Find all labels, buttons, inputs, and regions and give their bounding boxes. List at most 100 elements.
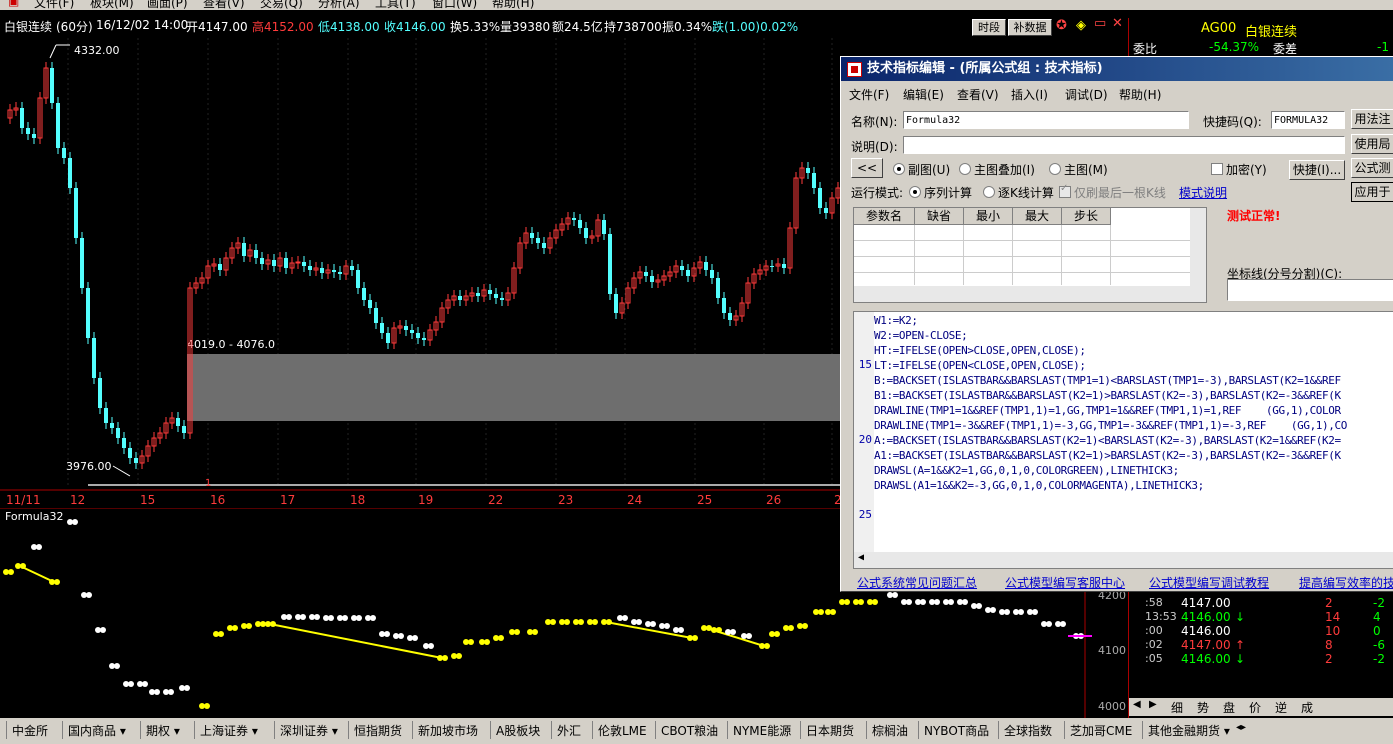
apply-button[interactable]: 应用于: [1351, 182, 1393, 202]
menu-trade[interactable]: 交易(Q): [260, 0, 303, 10]
dlg-menu-insert[interactable]: 插入(I): [1011, 86, 1048, 103]
dlg-menu-file[interactable]: 文件(F): [849, 86, 889, 103]
tab-book[interactable]: 盘: [1223, 699, 1235, 716]
candle-body: [818, 188, 822, 208]
param-rows[interactable]: [854, 225, 1190, 285]
close-icon[interactable]: ✕: [1112, 16, 1123, 31]
indicator-dot: [802, 623, 808, 629]
market-tab[interactable]: A股板块: [496, 722, 540, 739]
axis-lines-input[interactable]: [1227, 279, 1393, 301]
market-tab[interactable]: 中金所: [12, 722, 48, 739]
tab-scroll-icon[interactable]: ◂▸: [1236, 722, 1246, 733]
param-vscrollbar[interactable]: [1190, 208, 1206, 286]
mode-help-link[interactable]: 模式说明: [1179, 184, 1227, 201]
time-share-button[interactable]: 时段: [972, 19, 1006, 36]
period-label: (60分): [56, 20, 93, 34]
tick-price: 4147.00: [1181, 638, 1231, 652]
mode-perbar-radio[interactable]: 逐K线计算: [983, 184, 1054, 201]
code-hscrollbar[interactable]: ◀: [854, 552, 1393, 568]
market-tab[interactable]: 外汇: [557, 722, 581, 739]
tutorial-link[interactable]: 公式模型编写调试教程: [1149, 574, 1269, 591]
tab-trades[interactable]: 成: [1301, 699, 1313, 716]
name-input[interactable]: Formula32: [903, 111, 1189, 129]
candle-body: [74, 188, 78, 238]
mode-lastbar-checkbox[interactable]: 仅刷最后一根K线: [1059, 183, 1166, 201]
candle-body: [242, 243, 246, 256]
menu-file[interactable]: 文件(F): [34, 0, 74, 10]
scope-button[interactable]: 使用局: [1351, 134, 1393, 154]
faq-link[interactable]: 公式系统常见问题汇总: [857, 574, 977, 591]
code-editor[interactable]: 15 20 25 W1:=K2; W2:=OPEN-CLOSE; HT:=IFELS…: [853, 311, 1393, 569]
candlestick-chart[interactable]: 4019.0 - 4076.0 4332.00 3976.00 1 11/11 1…: [0, 38, 840, 508]
usage-note-button[interactable]: 用法注: [1351, 109, 1393, 129]
formula-editor-dialog[interactable]: 技术指标编辑 - (所属公式组 : 技术指标) 文件(F) 编辑(E) 查看(V…: [840, 56, 1393, 592]
candle-body: [272, 260, 276, 266]
candle-body: [332, 270, 336, 272]
market-tab[interactable]: 全球指数: [1004, 722, 1052, 739]
tab-separator: [800, 721, 801, 739]
support-link[interactable]: 公式模型编写客服中心: [1005, 574, 1125, 591]
tab-reverse[interactable]: 逆: [1275, 699, 1287, 716]
tab-trend[interactable]: 势: [1197, 699, 1209, 716]
menu-help[interactable]: 帮助(H): [492, 0, 534, 10]
dlg-menu-edit[interactable]: 编辑(E): [903, 86, 944, 103]
backfill-button[interactable]: 补数据: [1008, 19, 1052, 36]
market-tab[interactable]: 新加坡市场: [418, 722, 478, 739]
tab-next-icon[interactable]: ▶: [1149, 699, 1157, 710]
indicator-dot: [1004, 609, 1010, 615]
collapse-button[interactable]: <<: [851, 158, 883, 178]
encrypt-checkbox[interactable]: 加密(Y): [1211, 161, 1267, 178]
high-value: 高4152.00: [252, 20, 314, 34]
code-line: DRAWSL(A1=1&&K2=-3,GG,0,1,0,COLORMAGENTA…: [874, 479, 1204, 492]
dlg-menu-debug[interactable]: 调试(D): [1065, 86, 1108, 103]
menu-screen[interactable]: 画面(P): [147, 0, 188, 10]
menu-view[interactable]: 查看(V): [203, 0, 245, 10]
code-line: A1:=BACKSET(ISLASTBAR&&BARSLAST(K2=1)>BA…: [874, 449, 1341, 462]
market-tab[interactable]: 国内商品 ▾: [68, 722, 126, 739]
menu-analysis[interactable]: 分析(A): [318, 0, 360, 10]
radio-main-overlay[interactable]: 主图叠加(I): [959, 161, 1035, 178]
tab-prev-icon[interactable]: ◀: [1133, 699, 1141, 710]
indicator-dot: [1032, 609, 1038, 615]
candle-body: [86, 288, 90, 338]
dialog-titlebar[interactable]: 技术指标编辑 - (所属公式组 : 技术指标): [841, 57, 1393, 81]
tab-detail[interactable]: 细: [1171, 699, 1183, 716]
lock-icon[interactable]: ◈: [1076, 18, 1086, 33]
indicator-dot: [692, 635, 698, 641]
shortcut-input[interactable]: FORMULA32: [1271, 111, 1345, 129]
y-label-4100: 4100: [1098, 644, 1126, 657]
market-tab[interactable]: NYBOT商品: [924, 722, 989, 739]
mode-sequence-radio[interactable]: 序列计算: [909, 184, 972, 201]
app-menubar: ▣ 文件(F) 板块(M) 画面(P) 查看(V) 交易(Q) 分析(A) 工具…: [0, 0, 1393, 10]
param-table[interactable]: 参数名 缺省 最小 最大 步长: [853, 207, 1207, 303]
dlg-menu-help[interactable]: 帮助(H): [1119, 86, 1161, 103]
desc-input[interactable]: [903, 136, 1345, 154]
market-tab[interactable]: 期权 ▾: [146, 722, 180, 739]
candle-body: [650, 276, 654, 282]
market-tab[interactable]: 棕榈油: [872, 722, 908, 739]
settings-icon[interactable]: ✪: [1056, 18, 1067, 33]
menu-sector[interactable]: 板块(M): [90, 0, 134, 10]
indicator-dot: [872, 599, 878, 605]
radio-subchart[interactable]: 副图(U): [893, 161, 950, 178]
market-tab[interactable]: 恒指期货: [354, 722, 402, 739]
formula-test-button[interactable]: 公式测: [1351, 158, 1393, 178]
efficiency-link[interactable]: 提高编写效率的技: [1299, 574, 1393, 591]
market-tab[interactable]: NYME能源: [733, 722, 791, 739]
market-tab[interactable]: 上海证券 ▾: [200, 722, 258, 739]
radio-mainchart[interactable]: 主图(M): [1049, 161, 1108, 178]
menu-tools[interactable]: 工具(T): [375, 0, 416, 10]
param-hscrollbar[interactable]: [854, 286, 1206, 302]
market-tab[interactable]: 深圳证券 ▾: [280, 722, 338, 739]
low-marker-leader: [112, 465, 131, 477]
market-tab[interactable]: 伦敦LME: [598, 722, 647, 739]
tab-price[interactable]: 价: [1249, 699, 1261, 716]
market-tab[interactable]: 其他金融期货 ▾: [1148, 722, 1230, 739]
market-tab[interactable]: 日本期货: [806, 722, 854, 739]
minimize-icon[interactable]: ▭: [1094, 16, 1106, 31]
market-tab[interactable]: 芝加哥CME: [1070, 722, 1132, 739]
quick-button[interactable]: 快捷(I)...: [1289, 160, 1345, 180]
market-tab[interactable]: CBOT粮油: [661, 722, 718, 739]
menu-window[interactable]: 窗口(W): [432, 0, 477, 10]
dlg-menu-view[interactable]: 查看(V): [957, 86, 999, 103]
